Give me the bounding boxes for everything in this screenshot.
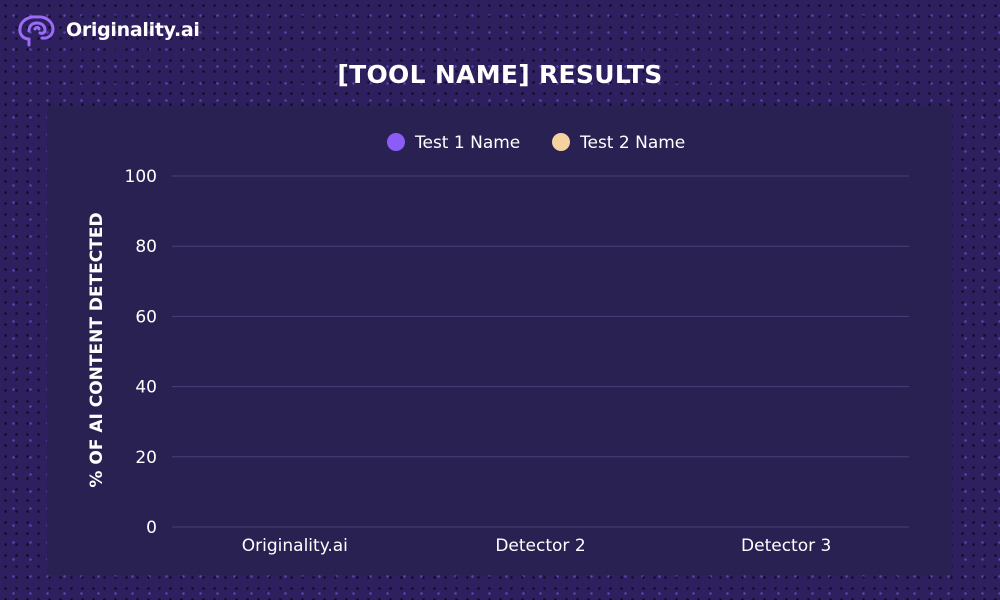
legend-marker-2 [552,133,570,151]
brand: Originality.ai [16,12,200,48]
x-tick-label: Detector 2 [495,536,585,556]
x-tick-label: Detector 3 [741,536,831,556]
y-tick-label: 80 [135,237,157,257]
y-tick-label: 40 [135,378,157,398]
chart-panel: Test 1 Name Test 2 Name 0 20 40 60 80 100 Orig… [47,106,952,575]
y-axis-label: % OF AI CONTENT DETECTED [87,212,107,487]
y-axis-ticks: 0 20 40 60 80 100 [125,167,157,538]
legend-label-1: Test 1 Name [414,133,520,153]
chart-title: [TOOL NAME] RESULTS [337,60,663,89]
legend-label-2: Test 2 Name [579,133,685,153]
y-tick-label: 60 [135,307,157,327]
bar-chart: Test 1 Name Test 2 Name 0 20 40 60 80 100 Orig… [87,133,909,556]
chart-legend: Test 1 Name Test 2 Name [387,133,685,153]
brain-icon [18,15,55,47]
y-tick-label: 100 [125,167,157,187]
legend-marker-1 [387,133,405,151]
x-tick-label: Originality.ai [242,536,348,556]
brand-name: Originality.ai [66,19,200,41]
chart-gridlines [172,175,909,528]
y-tick-label: 0 [146,518,157,538]
y-tick-label: 20 [135,448,157,468]
x-axis-ticks: Originality.ai Detector 2 Detector 3 [242,536,832,556]
